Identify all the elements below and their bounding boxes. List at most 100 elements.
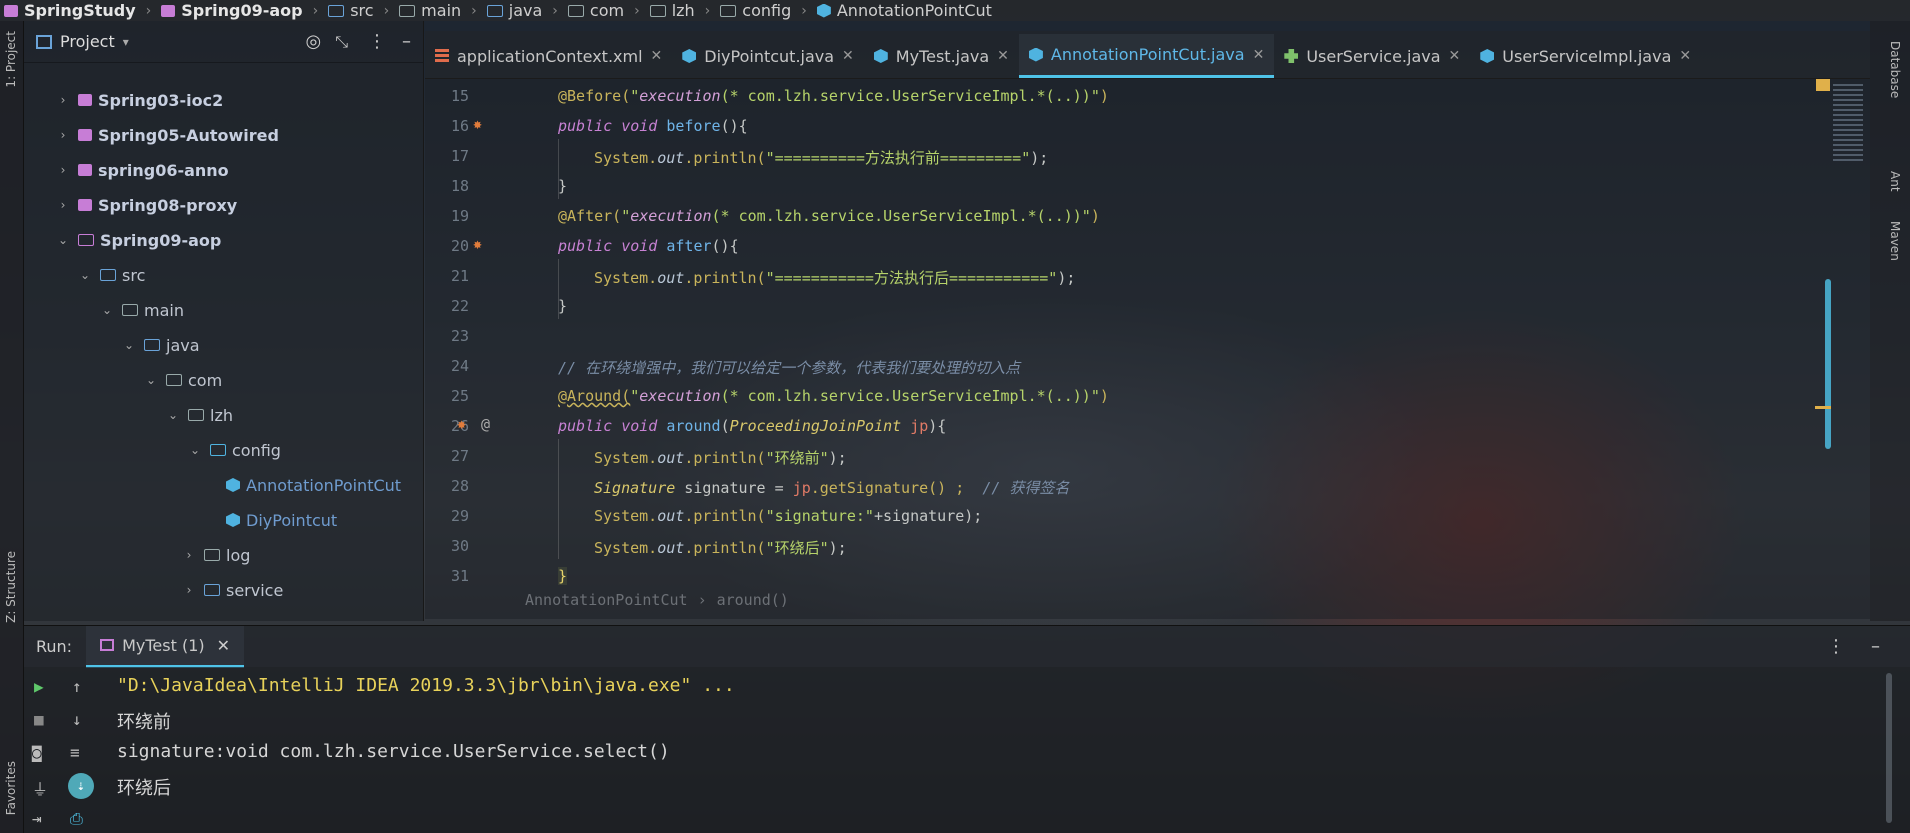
- tree-item-annotationpointcut[interactable]: AnnotationPointCut: [226, 470, 401, 500]
- breadcrumb-config[interactable]: config: [716, 1, 795, 20]
- tab-mytest-java[interactable]: MyTest.java ✕: [864, 34, 1019, 78]
- code-line-20: public void after(){: [558, 237, 739, 255]
- stop-icon[interactable]: ■: [34, 710, 44, 729]
- breadcrumb-lzh[interactable]: lzh: [646, 1, 699, 20]
- breadcrumb-file[interactable]: AnnotationPointCut: [813, 1, 996, 20]
- hide-panel-icon[interactable]: –: [1871, 636, 1880, 657]
- close-icon[interactable]: ✕: [217, 636, 230, 655]
- print-icon[interactable]: ⎙: [70, 809, 83, 829]
- soft-wrap-icon[interactable]: ≡: [70, 743, 80, 762]
- editor-scrollbar[interactable]: [1825, 279, 1831, 449]
- project-panel: Project ▾ ◎ ⤡ ⋮ – › Spring03-ioc2 › Spring…: [24, 21, 424, 621]
- java-class-icon: [1028, 47, 1043, 62]
- tree-item-service[interactable]: › service: [182, 575, 284, 605]
- close-icon[interactable]: ✕: [651, 48, 663, 64]
- scroll-up-icon[interactable]: ↑: [72, 677, 82, 696]
- favorites-tool-tab[interactable]: Favorites: [4, 761, 18, 815]
- tab-applicationcontext-xml[interactable]: applicationContext.xml ✕: [425, 34, 672, 78]
- options-menu-icon[interactable]: ⋮: [1827, 636, 1845, 657]
- tab-label: MyTest.java: [895, 46, 990, 66]
- locate-icon[interactable]: ◎: [305, 31, 321, 52]
- console-scrollbar[interactable]: [1886, 673, 1892, 823]
- breadcrumb-java[interactable]: java: [483, 1, 547, 20]
- tree-item-spring08-proxy[interactable]: › Spring08-proxy: [56, 190, 238, 220]
- code-token: out: [657, 507, 685, 525]
- tree-item-label: Spring03-ioc2: [98, 90, 224, 110]
- footer-crumb[interactable]: around(): [717, 591, 789, 609]
- package-icon: [188, 409, 204, 421]
- rerun-icon[interactable]: ▶: [34, 677, 44, 696]
- tree-item-src[interactable]: ⌄ src: [78, 260, 145, 290]
- chevron-down-icon[interactable]: ▾: [123, 35, 129, 49]
- tree-item-spring09-aop[interactable]: ⌄ Spring09-aop: [56, 225, 221, 255]
- tree-item-spring05-autowired[interactable]: › Spring05-Autowired: [56, 120, 279, 150]
- code-line-26: public void around(ProceedingJoinPoint j…: [558, 417, 946, 435]
- tree-item-config[interactable]: ⌄ config: [188, 435, 281, 465]
- advice-marker-icon[interactable]: ✸: [473, 115, 482, 133]
- scroll-to-end-icon[interactable]: ⇣: [68, 773, 94, 799]
- inspection-warning-icon[interactable]: [1816, 79, 1830, 91]
- hide-panel-icon[interactable]: –: [402, 31, 411, 52]
- code-token: ": [630, 387, 640, 405]
- code-token: (){: [711, 237, 739, 255]
- breadcrumb-project[interactable]: SpringStudy: [0, 1, 140, 20]
- line-number: 18: [450, 177, 469, 195]
- code-token: );: [828, 449, 847, 467]
- breadcrumb-com[interactable]: com: [564, 1, 628, 20]
- code-token: around: [666, 417, 721, 435]
- close-icon[interactable]: ✕: [1449, 48, 1461, 64]
- tree-item-label: spring06-anno: [98, 160, 229, 180]
- tab-label: AnnotationPointCut.java: [1050, 45, 1245, 64]
- camera-icon[interactable]: ◙: [32, 743, 42, 762]
- close-icon[interactable]: ✕: [842, 48, 854, 64]
- advice-marker-icon[interactable]: ✸: [473, 235, 482, 253]
- code-token: .println(: [684, 449, 766, 467]
- tab-userservice-java[interactable]: UserService.java ✕: [1274, 34, 1470, 78]
- code-token: "环绕后": [765, 539, 829, 557]
- footer-crumb[interactable]: AnnotationPointCut: [525, 591, 688, 609]
- source-root-icon: [144, 339, 160, 351]
- code-editor[interactable]: 15 16 17 18 19 20 21 22 23 24 25 26 27 2…: [425, 79, 1870, 619]
- tree-item-lzh[interactable]: ⌄ lzh: [166, 400, 233, 430]
- database-tool-tab[interactable]: Database: [1888, 41, 1902, 98]
- tab-annotationpointcut-java[interactable]: AnnotationPointCut.java ✕: [1018, 34, 1275, 78]
- breadcrumb-main[interactable]: main: [395, 1, 465, 20]
- project-tool-tab[interactable]: 1: Project: [4, 31, 18, 88]
- code-token: signature =: [675, 479, 793, 497]
- line-number: 22: [450, 297, 469, 315]
- project-view-title[interactable]: Project: [60, 32, 115, 51]
- options-menu-icon[interactable]: ⋮: [368, 31, 386, 52]
- tree-item-log[interactable]: › log: [182, 540, 251, 570]
- exit-icon[interactable]: ⇥: [32, 809, 42, 828]
- close-icon[interactable]: ✕: [997, 48, 1009, 64]
- tab-userserviceimpl-java[interactable]: UserServiceImpl.java ✕: [1470, 34, 1701, 78]
- tree-item-label: AnnotationPointCut: [246, 475, 402, 495]
- maven-tool-tab[interactable]: Maven: [1888, 221, 1902, 261]
- tab-label: applicationContext.xml: [457, 46, 643, 66]
- tree-item-spring03-ioc2[interactable]: › Spring03-ioc2: [56, 85, 224, 115]
- plug-icon[interactable]: ⏚: [32, 776, 48, 800]
- structure-tool-tab[interactable]: Z: Structure: [4, 551, 18, 623]
- tree-item-java[interactable]: ⌄ java: [122, 330, 200, 360]
- run-tab-mytest[interactable]: MyTest (1) ✕: [86, 625, 245, 668]
- code-token: ): [1099, 87, 1109, 105]
- run-console[interactable]: ▶ ↑ ■ ↓ ◙ ≡ ⏚ ⇣ ⇥ ⎙ "D:\JavaIdea\Intelli…: [24, 667, 1910, 833]
- tab-diypointcut-java[interactable]: DiyPointcut.java ✕: [672, 34, 864, 78]
- breadcrumb-src[interactable]: src: [324, 1, 377, 20]
- scroll-down-icon[interactable]: ↓: [72, 710, 82, 729]
- advice-marker-icon[interactable]: ✸: [457, 415, 466, 433]
- close-icon[interactable]: ✕: [1679, 48, 1691, 64]
- tree-item-spring06-anno[interactable]: › spring06-anno: [56, 155, 229, 185]
- ant-tool-tab[interactable]: Ant: [1888, 171, 1902, 192]
- module-icon: [78, 199, 92, 211]
- tree-item-main[interactable]: ⌄ main: [100, 295, 184, 325]
- at-annotation-icon[interactable]: @: [481, 415, 490, 433]
- collapse-all-icon[interactable]: ⤡: [335, 32, 348, 52]
- tree-item-com[interactable]: ⌄ com: [144, 365, 222, 395]
- breadcrumb-module[interactable]: Spring09-aop: [157, 1, 306, 20]
- module-icon: [4, 4, 18, 17]
- tree-item-diypointcut[interactable]: DiyPointcut: [226, 505, 337, 535]
- source-folder-icon: [100, 269, 116, 281]
- package-icon: [204, 584, 220, 596]
- close-icon[interactable]: ✕: [1253, 47, 1265, 63]
